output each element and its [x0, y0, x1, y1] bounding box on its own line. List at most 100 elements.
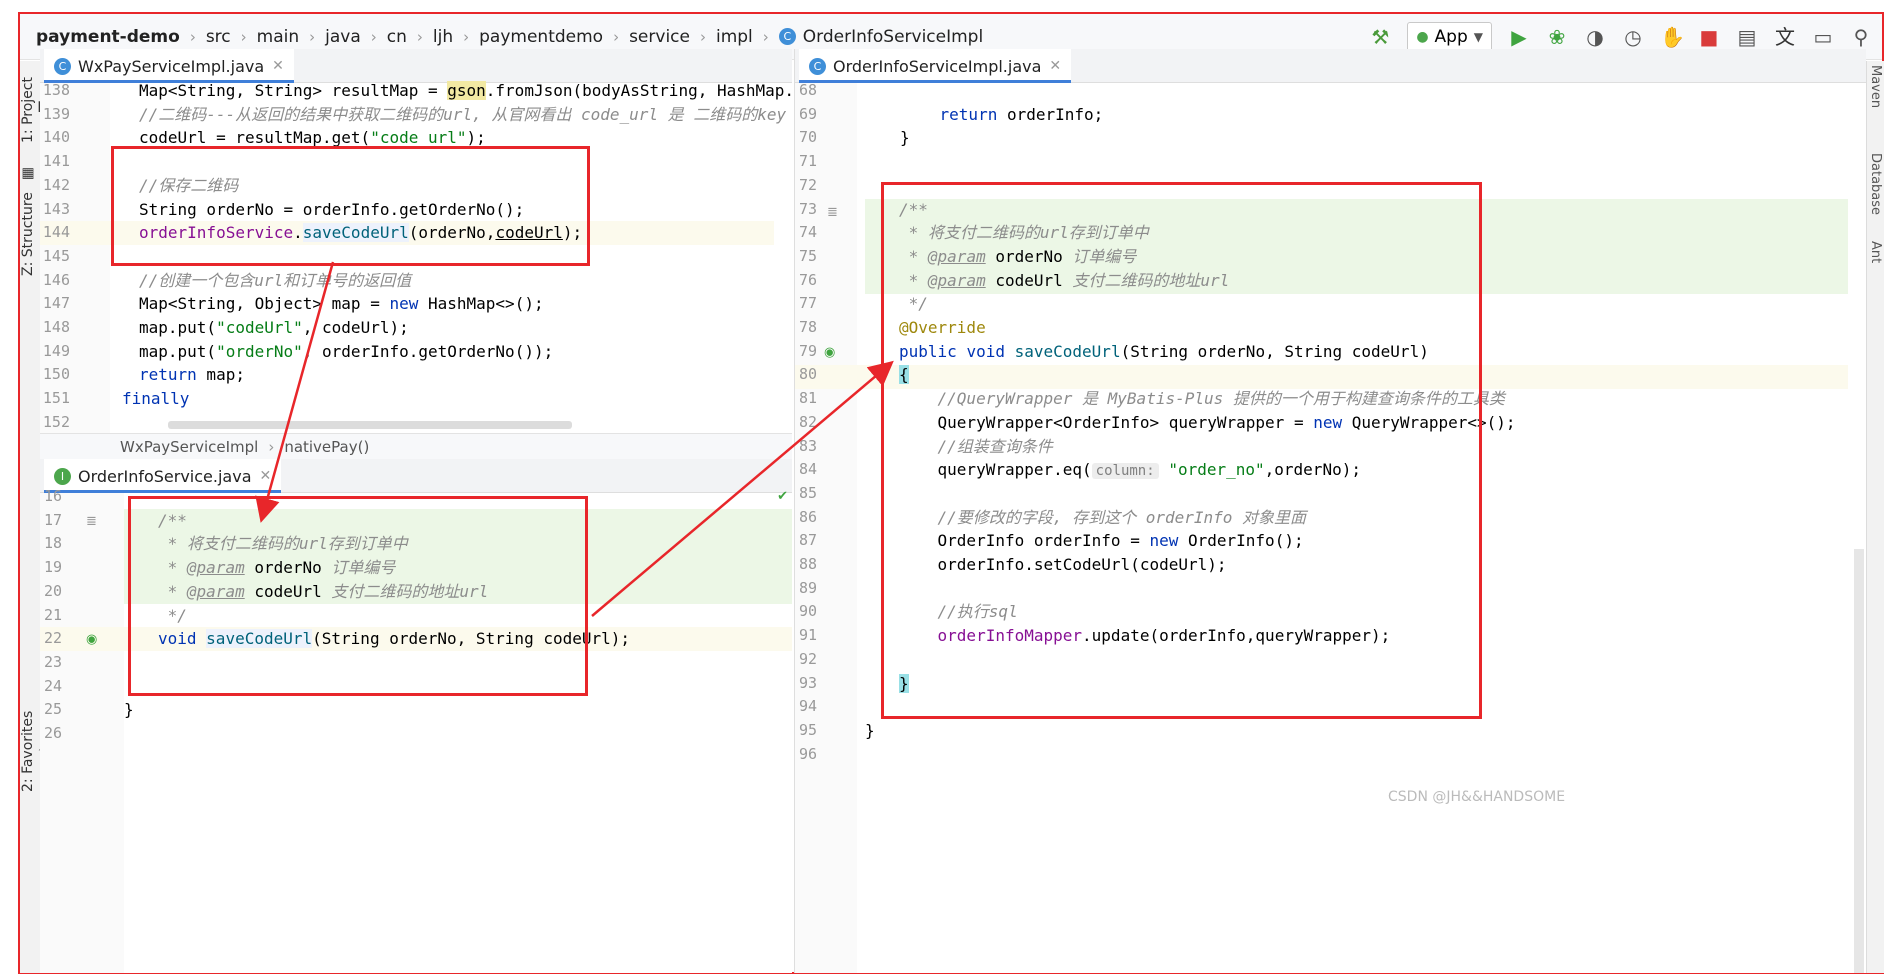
- maven-tool-tab[interactable]: Maven: [1868, 65, 1883, 108]
- line-number[interactable]: 148: [40, 316, 70, 340]
- line-number[interactable]: 94: [795, 695, 817, 719]
- line-number[interactable]: 16: [40, 485, 62, 509]
- line-number[interactable]: 85: [795, 482, 817, 506]
- line-number[interactable]: 149: [40, 340, 70, 364]
- breadcrumb-item[interactable]: ljh: [433, 27, 453, 47]
- debug-icon[interactable]: ❀: [1546, 26, 1568, 48]
- line-number[interactable]: 68: [795, 79, 817, 103]
- doc-toggle-icon[interactable]: ≣: [827, 205, 838, 220]
- ant-tool-tab[interactable]: Ant: [1868, 241, 1883, 263]
- line-number[interactable]: 90: [795, 600, 817, 624]
- line-number[interactable]: 22: [40, 627, 62, 651]
- line-number[interactable]: 77: [795, 292, 817, 316]
- line-number[interactable]: 81: [795, 387, 817, 411]
- breadcrumb-item[interactable]: main: [257, 27, 299, 47]
- attach-icon[interactable]: ✋: [1660, 26, 1685, 48]
- line-number[interactable]: 76: [795, 269, 817, 293]
- line-number[interactable]: 18: [40, 532, 62, 556]
- implements-marker-icon[interactable]: ◉: [824, 345, 835, 360]
- line-number[interactable]: 80: [795, 363, 817, 387]
- line-number[interactable]: 24: [40, 675, 62, 699]
- line-number[interactable]: 93: [795, 672, 817, 696]
- breadcrumb-item[interactable]: cn: [387, 27, 407, 47]
- line-number[interactable]: 83: [795, 435, 817, 459]
- breadcrumb-method[interactable]: nativePay(): [284, 438, 369, 456]
- code-token: , codeUrl);: [302, 318, 409, 337]
- line-number[interactable]: 87: [795, 529, 817, 553]
- code-text: }: [899, 672, 909, 696]
- doc-toggle-icon[interactable]: ≣: [86, 514, 97, 529]
- code-token: @param: [927, 246, 986, 266]
- line-number[interactable]: 140: [40, 126, 70, 150]
- line-number[interactable]: 145: [40, 245, 70, 269]
- line-number[interactable]: 71: [795, 150, 817, 174]
- line-number[interactable]: 74: [795, 221, 817, 245]
- line-number[interactable]: 96: [795, 743, 817, 767]
- run-icon[interactable]: ▶: [1508, 26, 1530, 48]
- line-number[interactable]: 75: [795, 245, 817, 269]
- line-number[interactable]: 82: [795, 411, 817, 435]
- tab-wxpayserviceimpl[interactable]: C WxPayServiceImpl.java ✕: [44, 49, 294, 83]
- translate-icon[interactable]: 文: [1774, 26, 1796, 48]
- line-number[interactable]: 84: [795, 458, 817, 482]
- coverage-icon[interactable]: ◑: [1584, 26, 1606, 48]
- line-number[interactable]: 72: [795, 174, 817, 198]
- code-text: //保存二维码: [139, 174, 238, 198]
- search-icon[interactable]: ⚲: [1850, 26, 1872, 48]
- line-number[interactable]: 20: [40, 580, 62, 604]
- line-number[interactable]: 89: [795, 577, 817, 601]
- stop-icon[interactable]: ■: [1698, 26, 1720, 48]
- line-number[interactable]: 91: [795, 624, 817, 648]
- close-icon[interactable]: ✕: [1049, 58, 1061, 74]
- line-number[interactable]: 138: [40, 79, 70, 103]
- line-number[interactable]: 92: [795, 648, 817, 672]
- hammer-icon[interactable]: ⚒: [1369, 26, 1391, 48]
- vertical-scrollbar[interactable]: [1854, 549, 1864, 973]
- run-config-selector[interactable]: ● App ▼: [1407, 22, 1492, 52]
- breadcrumb-item[interactable]: payment-demo: [36, 27, 180, 47]
- line-number[interactable]: 147: [40, 292, 70, 316]
- line-number[interactable]: 139: [40, 103, 70, 127]
- close-icon[interactable]: ✕: [260, 468, 272, 484]
- breadcrumb-item[interactable]: OrderInfoServiceImpl: [803, 27, 983, 47]
- line-number[interactable]: 142: [40, 174, 70, 198]
- line-number[interactable]: 17: [40, 509, 62, 533]
- breadcrumb-item[interactable]: paymentdemo: [479, 27, 603, 47]
- line-number[interactable]: 95: [795, 719, 817, 743]
- line-number[interactable]: 79: [795, 340, 817, 364]
- line-number[interactable]: 78: [795, 316, 817, 340]
- line-number[interactable]: 151: [40, 387, 70, 411]
- line-number[interactable]: 19: [40, 556, 62, 580]
- code-token: {: [899, 365, 909, 385]
- implemented-marker-icon[interactable]: ◉: [86, 632, 97, 647]
- close-icon[interactable]: ✕: [272, 58, 284, 74]
- line-number[interactable]: 69: [795, 103, 817, 127]
- line-number[interactable]: 21: [40, 604, 62, 628]
- line-number[interactable]: 73: [795, 198, 817, 222]
- line-number[interactable]: 143: [40, 198, 70, 222]
- horizontal-scrollbar[interactable]: [168, 421, 572, 429]
- terminal-icon[interactable]: ▭: [1812, 26, 1834, 48]
- line-number[interactable]: 26: [40, 722, 62, 746]
- line-number[interactable]: 25: [40, 698, 62, 722]
- line-number[interactable]: 141: [40, 150, 70, 174]
- line-number[interactable]: 152: [40, 411, 70, 433]
- breadcrumb-class[interactable]: WxPayServiceImpl: [120, 438, 258, 456]
- breadcrumb-item[interactable]: java: [325, 27, 361, 47]
- line-number[interactable]: 146: [40, 269, 70, 293]
- code-token: QueryWrapper<OrderInfo> queryWrapper =: [899, 412, 1314, 432]
- breadcrumb-item[interactable]: src: [206, 27, 231, 47]
- database-tool-tab[interactable]: Database: [1868, 153, 1883, 215]
- line-number[interactable]: 70: [795, 126, 817, 150]
- tab-orderinfoserviceimpl[interactable]: C OrderInfoServiceImpl.java ✕: [799, 49, 1072, 83]
- profile-icon[interactable]: ◷: [1622, 26, 1644, 48]
- line-number[interactable]: 88: [795, 553, 817, 577]
- project-structure-icon[interactable]: ▤: [1736, 26, 1758, 48]
- breadcrumb-item[interactable]: impl: [716, 27, 753, 47]
- line-number[interactable]: 23: [40, 651, 62, 675]
- line-number[interactable]: 150: [40, 363, 70, 387]
- line-number[interactable]: 86: [795, 506, 817, 530]
- line-number[interactable]: 144: [40, 221, 70, 245]
- breadcrumb-item[interactable]: service: [629, 27, 690, 47]
